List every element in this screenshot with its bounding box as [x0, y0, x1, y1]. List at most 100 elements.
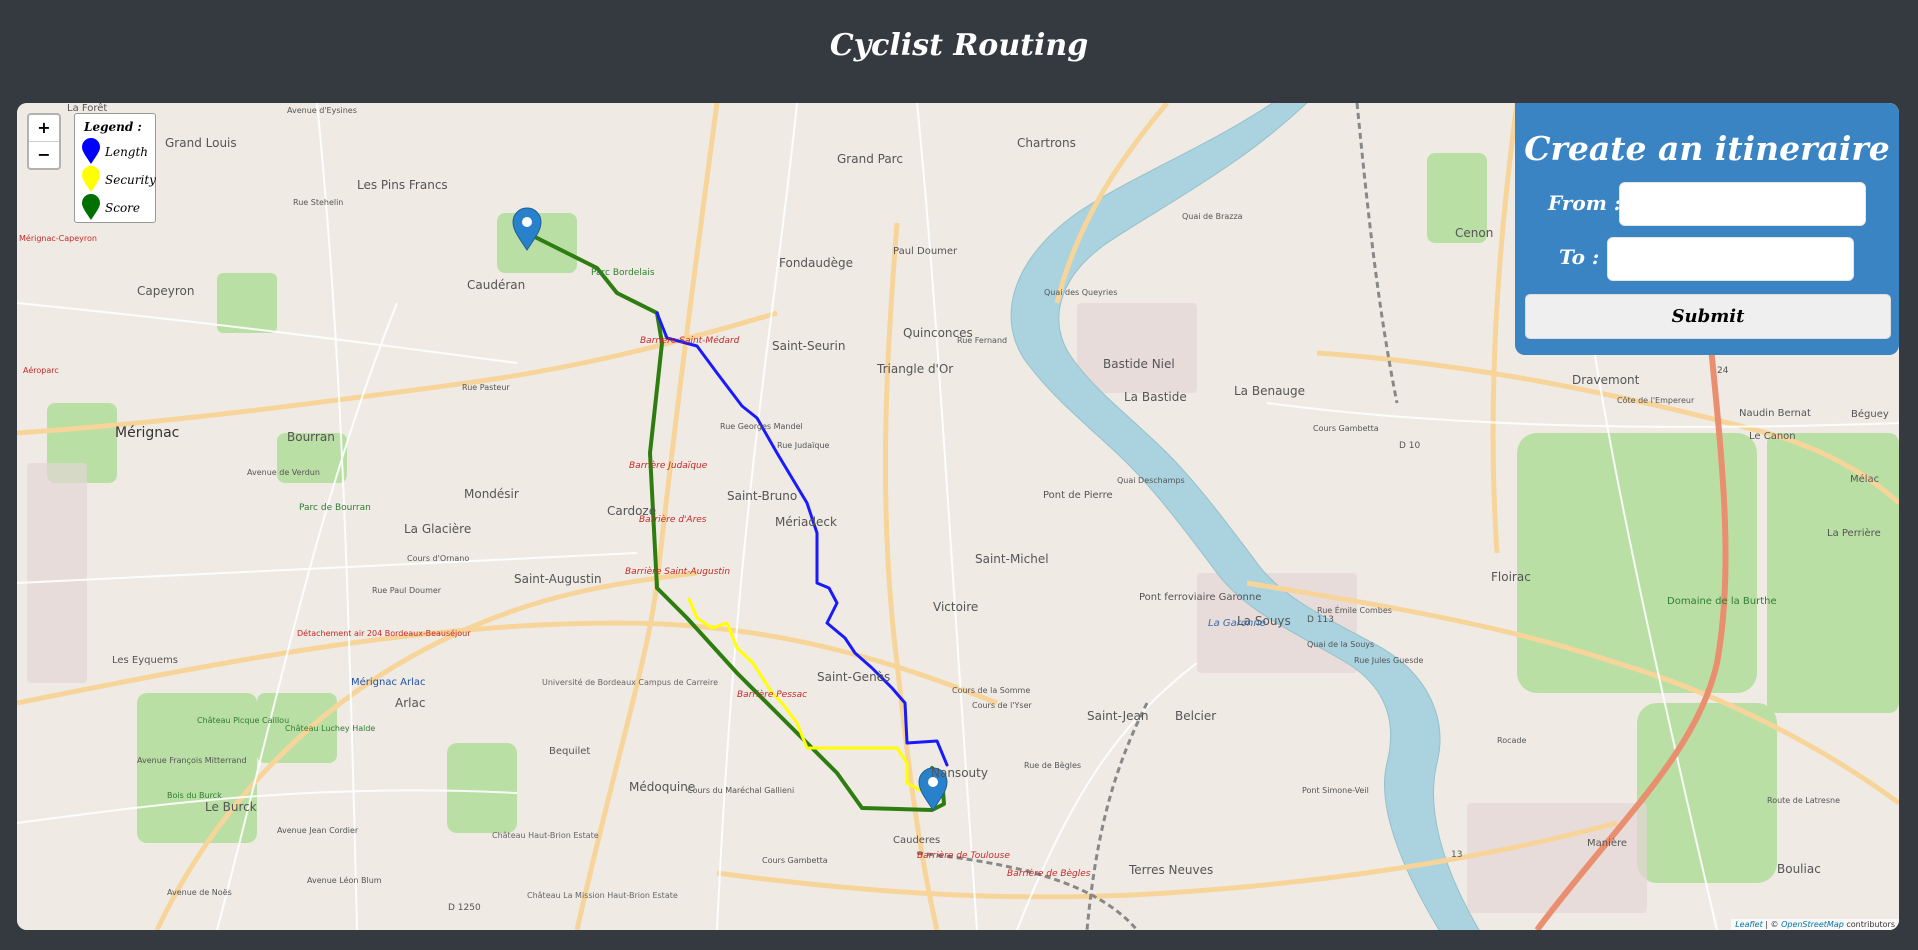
legend-item-score: Score	[81, 194, 153, 220]
map-label: Terres Neuves	[1128, 863, 1213, 877]
legend-label: Score	[105, 201, 141, 215]
map-label: Chartrons	[1017, 136, 1076, 150]
map-label: Université de Bordeaux Campus de Carreir…	[542, 677, 718, 687]
map-label: 13	[1451, 850, 1462, 860]
zoom-control: + −	[27, 113, 61, 170]
map-label: Mondésir	[464, 487, 519, 501]
map-label: Rue Fernand	[957, 336, 1007, 345]
attribution-separator: | ©	[1762, 920, 1782, 929]
map-attribution: Leaflet | © OpenStreetMap contributors	[1731, 919, 1899, 930]
map-label: Arlac	[395, 696, 425, 710]
submit-button[interactable]: Submit	[1525, 294, 1891, 339]
map-label: Barrière Pessac	[737, 689, 807, 700]
map-label: Barrière d'Ares	[639, 514, 707, 525]
map-label: La Perrière	[1827, 527, 1881, 539]
legend-item-length: Length	[81, 138, 153, 164]
map-label: D 113	[1307, 615, 1334, 625]
map-label: Domaine de la Burthe	[1667, 596, 1777, 607]
legend-label: Security	[105, 173, 156, 187]
map-label: Rue Judaïque	[777, 441, 830, 450]
map-label: Caudéran	[467, 278, 525, 292]
map-label: Château Haut-Brion Estate	[492, 831, 599, 840]
map-label: Mériadeck	[775, 515, 837, 529]
leaflet-link[interactable]: Leaflet	[1735, 920, 1763, 929]
map-label: Mélac	[1850, 473, 1879, 485]
map-label: Route de Latresne	[1767, 796, 1840, 805]
map-label: Victoire	[933, 600, 978, 614]
page-title: Cyclist Routing	[829, 28, 1089, 63]
map-label: Rue Stehelin	[293, 198, 343, 207]
map-label: Cours de la Somme	[952, 686, 1030, 695]
map-label: Pont de Pierre	[1043, 490, 1113, 501]
to-input[interactable]	[1607, 237, 1854, 281]
legend: Legend : Length Security Score	[74, 113, 156, 223]
map-label: La Bastide	[1124, 390, 1187, 404]
map-label: Quai Deschamps	[1117, 476, 1185, 485]
map-label: Barrière de Toulouse	[917, 850, 1010, 861]
map-label: La Garonne	[1208, 618, 1266, 629]
green-pin-icon	[82, 194, 100, 220]
map-label: Les Eyquems	[112, 655, 178, 666]
map-label: Barrière Saint-Médard	[640, 335, 740, 346]
map-label: D 10	[1399, 441, 1421, 451]
map-label: D 1250	[448, 903, 481, 913]
map-label: Le Burck	[205, 800, 257, 814]
map-label: Capeyron	[137, 284, 194, 298]
map-label: 24	[1717, 366, 1729, 376]
map-label: Naudin Bernat	[1739, 408, 1811, 419]
zoom-in-button[interactable]: +	[29, 115, 59, 142]
map-label: Saint-Genès	[817, 670, 890, 684]
map-label: Quai des Queyries	[1044, 288, 1117, 297]
map-label: Rue Paul Doumer	[372, 586, 442, 595]
map-label: Rue de Bègles	[1024, 760, 1081, 770]
map-label: Triangle d'Or	[876, 362, 953, 376]
map-label: Fondaudège	[779, 256, 853, 270]
map-label: Cours Gambetta	[1313, 424, 1379, 433]
itinerary-panel: Create an itineraire : From : To : Submi…	[1515, 103, 1899, 355]
map-label: Rue Pasteur	[462, 383, 510, 392]
legend-title: Legend :	[84, 120, 142, 134]
legend-item-security: Security	[81, 166, 156, 192]
map-label: Avenue Léon Blum	[307, 875, 382, 885]
map-label: Saint-Bruno	[727, 489, 797, 503]
map-label: Nansouty	[931, 766, 988, 780]
map-label: Cauderes	[893, 835, 940, 846]
map-label: Dravemont	[1572, 373, 1640, 387]
map-label: Parc Bordelais	[591, 268, 655, 278]
zoom-out-button[interactable]: −	[29, 142, 59, 168]
map-label: Détachement air 204 Bordeaux-Beauséjour	[297, 628, 471, 638]
osm-link[interactable]: OpenStreetMap	[1781, 920, 1844, 929]
map-label: Pont Simone-Veil	[1302, 786, 1369, 795]
map-label: Mérignac-Capeyron	[19, 233, 97, 243]
map-label: Bois du Burck	[167, 791, 222, 800]
map-label: Quai de la Souys	[1307, 640, 1374, 649]
map-label: Barrière Saint-Augustin	[625, 566, 730, 577]
map-label: La Glacière	[404, 522, 471, 536]
map-label: Grand Louis	[165, 136, 237, 150]
map-label: Rue Georges Mandel	[720, 422, 803, 431]
map-label: Château Picque Caillou	[197, 716, 289, 725]
attribution-suffix: contributors	[1843, 920, 1895, 929]
map-label: Avenue Jean Cordier	[277, 826, 359, 835]
map-label: Quai de Brazza	[1182, 212, 1243, 221]
map-label: Château La Mission Haut-Brion Estate	[527, 891, 678, 900]
map-label: Rocade	[1497, 736, 1526, 745]
map-label: Barrière de Bègles	[1007, 868, 1091, 879]
map-label: Grand Parc	[837, 152, 903, 166]
map-label: Cours Gambetta	[762, 856, 828, 865]
to-label: To :	[1559, 245, 1600, 269]
map-label: Cenon	[1455, 226, 1493, 240]
map-label: Château Luchey Halde	[285, 724, 375, 733]
map-label: Saint-Jean	[1087, 709, 1149, 723]
map-label: Manière	[1587, 837, 1627, 849]
map-label: Cours de l'Yser	[972, 701, 1032, 710]
map-label: La Benauge	[1234, 384, 1305, 398]
map-label: Parc de Bourran	[299, 503, 371, 513]
map-label: Saint-Seurin	[772, 339, 845, 353]
from-input[interactable]	[1619, 182, 1866, 226]
map-label: Cours d'Ornano	[407, 554, 469, 563]
map-label: Floirac	[1491, 570, 1531, 584]
map-label: Béguey	[1851, 408, 1889, 420]
blue-pin-icon	[82, 138, 100, 164]
map-label: Paul Doumer	[893, 246, 958, 257]
